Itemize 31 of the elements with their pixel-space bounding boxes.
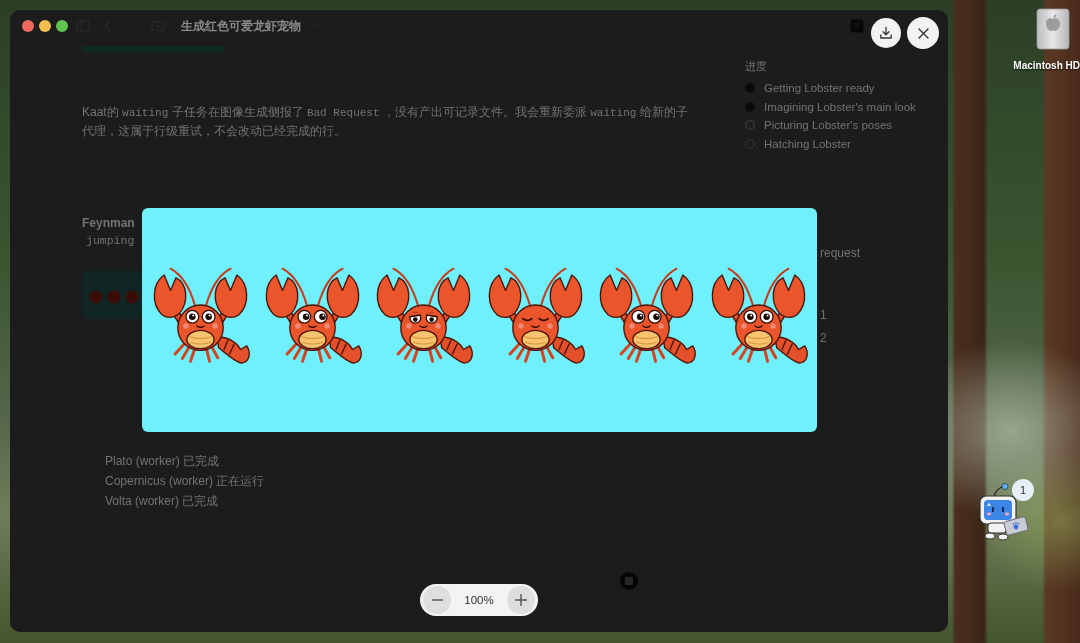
- notification-badge: 1: [1012, 479, 1034, 501]
- author-name: Feynman: [82, 215, 135, 232]
- step-label: Hatching Lobster: [764, 137, 851, 150]
- hard-drive-icon[interactable]: [1036, 8, 1070, 50]
- plus-icon: [515, 594, 527, 606]
- minimize-window-button[interactable]: [39, 20, 51, 32]
- zoom-out-button[interactable]: [423, 586, 451, 614]
- download-button[interactable]: [871, 18, 901, 48]
- zoom-level: 100%: [463, 594, 495, 606]
- worker-status-text: Copernicus (worker) 正在运行: [105, 473, 265, 490]
- close-icon: [917, 27, 929, 39]
- worker-status-text: Plato (worker) 已完成: [105, 453, 221, 470]
- section-heading: 进度: [745, 59, 767, 74]
- partial-text: 1: [819, 307, 827, 323]
- partial-text: 2: [819, 330, 827, 346]
- zoom-window-button[interactable]: [56, 20, 68, 32]
- worker-status-text: Volta (worker) 已完成: [105, 493, 220, 510]
- code-text: jumping: [86, 233, 135, 249]
- drive-label[interactable]: Macintosh HD: [1013, 60, 1080, 71]
- stop-icon: [625, 577, 633, 585]
- message-text: Kaat的 waiting 子任务在图像生成侧报了 Bad Request ，没有产出可记录文件。我会重新委派 waiting 给新的子代理，这属于行级重试，不会改动已经完成的行。: [82, 104, 689, 140]
- minus-icon: [431, 599, 443, 601]
- step-label: Getting Lobster ready: [764, 82, 875, 95]
- close-button[interactable]: [907, 17, 939, 49]
- download-icon: [879, 26, 893, 40]
- close-window-button[interactable]: [22, 20, 34, 32]
- step-label: Picturing Lobster's poses: [764, 119, 893, 132]
- step-label: Imagining Lobster's main look: [764, 100, 916, 113]
- window-title: 生成红色可爱龙虾宠物: [181, 17, 301, 35]
- partial-text: request: [819, 245, 861, 261]
- zoom-in-button[interactable]: [507, 586, 535, 614]
